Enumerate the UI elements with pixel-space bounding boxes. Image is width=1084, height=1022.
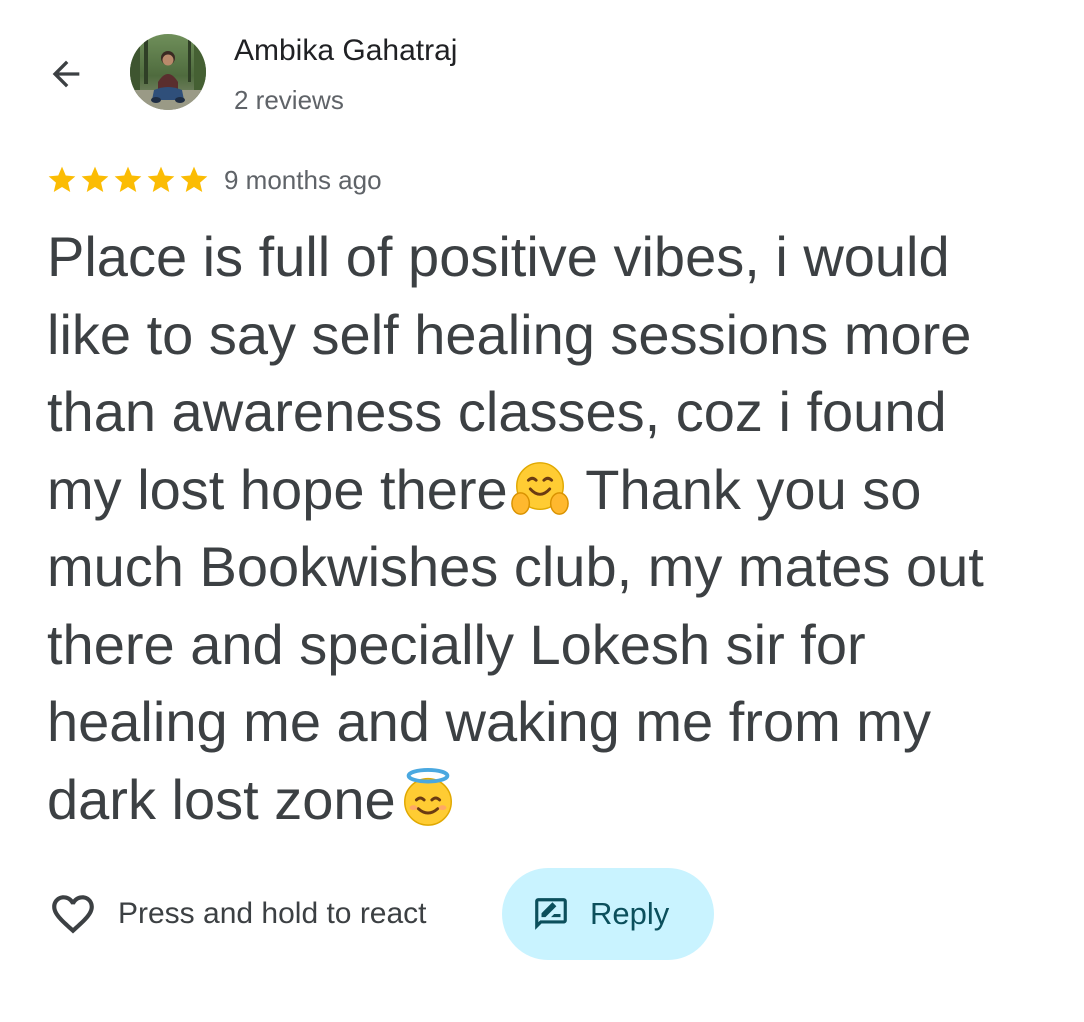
star-rating [46, 164, 210, 196]
review-line: than awareness classes, coz i found [47, 380, 947, 443]
star-icon [180, 166, 208, 192]
arrow-back-icon [52, 60, 80, 88]
review-line: my lost hope there Thank you so [47, 451, 1057, 529]
avatar[interactable] [130, 34, 206, 110]
review-line: Place is full of positive vibes, i would [47, 225, 950, 288]
back-button[interactable] [38, 46, 94, 102]
review-line: healing me and waking me from my [47, 690, 931, 753]
star-icon [48, 166, 76, 192]
review-line: like to say self healing sessions more [47, 302, 972, 366]
author-name[interactable]: Ambika Gahatraj [234, 34, 457, 68]
hugging-face-emoji-icon [510, 461, 569, 515]
review-line: much Bookwishes club, my mates out [47, 535, 984, 598]
reply-button[interactable]: Reply [502, 868, 714, 960]
review-line: dark lost zone [47, 761, 1057, 839]
review-line-part: dark lost zone [47, 767, 396, 831]
react-button[interactable]: Press and hold to react [48, 884, 427, 944]
review-date: 9 months ago [224, 164, 382, 195]
rating-row: 9 months ago [46, 162, 382, 198]
review-line-part: my lost hope there [47, 457, 508, 521]
review-card: Ambika Gahatraj 2 reviews 9 months ago P… [0, 0, 1084, 1022]
heart-outline-icon [52, 895, 94, 934]
star-icon [147, 166, 175, 192]
star-icon [81, 166, 109, 192]
reply-label: Reply [590, 896, 670, 931]
author-review-count: 2 reviews [234, 85, 344, 115]
review-line: there and specially Lokesh sir for [47, 612, 866, 676]
smiling-face-with-halo-emoji-icon [403, 767, 452, 826]
review-text: Place is full of positive vibes, i would… [47, 218, 1057, 838]
star-icon [114, 166, 142, 192]
review-line-part: Thank you so [570, 457, 922, 521]
rate-review-icon [535, 898, 567, 930]
react-label: Press and hold to react [118, 897, 427, 930]
